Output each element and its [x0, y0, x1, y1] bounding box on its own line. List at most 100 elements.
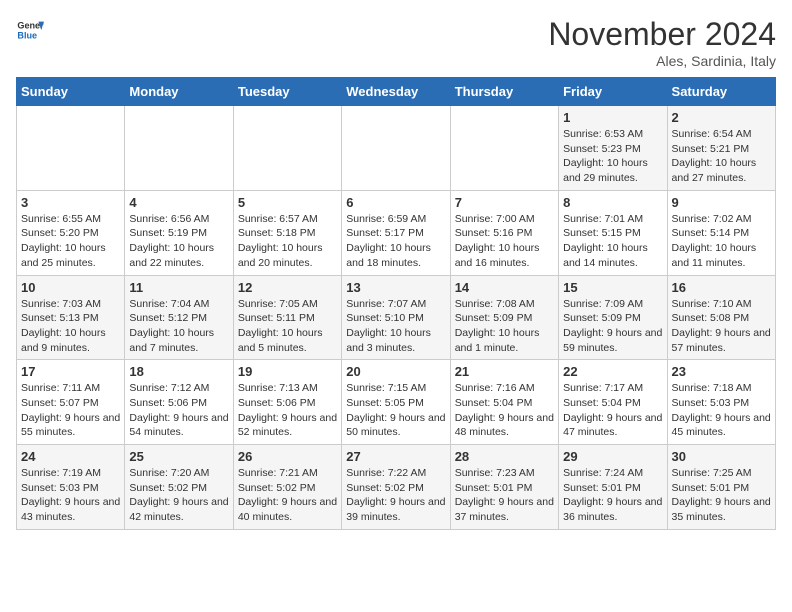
day-info: Sunrise: 6:54 AM Sunset: 5:21 PM Dayligh… — [672, 127, 771, 186]
day-number: 12 — [238, 280, 337, 295]
header: General Blue November 2024 Ales, Sardini… — [16, 16, 776, 69]
day-number: 20 — [346, 364, 445, 379]
calendar-cell: 13Sunrise: 7:07 AM Sunset: 5:10 PM Dayli… — [342, 275, 450, 360]
day-info: Sunrise: 7:25 AM Sunset: 5:01 PM Dayligh… — [672, 466, 771, 525]
day-number: 3 — [21, 195, 120, 210]
calendar-cell: 17 Sunrise: 7:11 AM Sunset: 5:07 PM Dayli… — [17, 360, 125, 445]
day-number: 7 — [455, 195, 554, 210]
logo-icon: General Blue — [16, 16, 44, 44]
day-info: Sunrise: 7:23 AM Sunset: 5:01 PM Dayligh… — [455, 466, 554, 525]
calendar-cell: 7 Sunrise: 7:00 AM Sunset: 5:16 PM Daylig… — [450, 190, 558, 275]
day-number: 14 — [455, 280, 554, 295]
location-subtitle: Ales, Sardinia, Italy — [548, 53, 776, 69]
day-number: 5 — [238, 195, 337, 210]
calendar-cell: 4 Sunrise: 6:56 AM Sunset: 5:19 PM Daylig… — [125, 190, 233, 275]
calendar-cell: 29Sunrise: 7:24 AM Sunset: 5:01 PM Dayli… — [559, 445, 667, 530]
day-info: Sunrise: 6:59 AM Sunset: 5:17 PM Dayligh… — [346, 212, 445, 271]
calendar-cell: 12 Sunrise: 7:05 AM Sunset: 5:11 PM Dayli… — [233, 275, 341, 360]
title-area: November 2024 Ales, Sardinia, Italy — [548, 16, 776, 69]
calendar-cell — [125, 106, 233, 191]
day-number: 21 — [455, 364, 554, 379]
calendar-cell: 5 Sunrise: 6:57 AM Sunset: 5:18 PM Daylig… — [233, 190, 341, 275]
day-info: Sunrise: 7:12 AM Sunset: 5:06 PM Dayligh… — [129, 381, 228, 440]
day-info: Sunrise: 6:56 AM Sunset: 5:19 PM Dayligh… — [129, 212, 228, 271]
day-number: 17 — [21, 364, 120, 379]
calendar-week-row: 3 Sunrise: 6:55 AM Sunset: 5:20 PM Daylig… — [17, 190, 776, 275]
calendar-cell: 25 Sunrise: 7:20 AM Sunset: 5:02 PM Dayli… — [125, 445, 233, 530]
logo: General Blue — [16, 16, 44, 44]
day-info: Sunrise: 7:18 AM Sunset: 5:03 PM Dayligh… — [672, 381, 771, 440]
day-number: 28 — [455, 449, 554, 464]
day-header-sunday: Sunday — [17, 78, 125, 106]
calendar-week-row: 1Sunrise: 6:53 AM Sunset: 5:23 PM Daylig… — [17, 106, 776, 191]
day-number: 22 — [563, 364, 662, 379]
svg-text:Blue: Blue — [17, 30, 37, 40]
day-number: 25 — [129, 449, 228, 464]
calendar-cell: 6 Sunrise: 6:59 AM Sunset: 5:17 PM Daylig… — [342, 190, 450, 275]
calendar-week-row: 17 Sunrise: 7:11 AM Sunset: 5:07 PM Dayli… — [17, 360, 776, 445]
calendar-cell: 18 Sunrise: 7:12 AM Sunset: 5:06 PM Dayli… — [125, 360, 233, 445]
calendar-cell: 1Sunrise: 6:53 AM Sunset: 5:23 PM Daylig… — [559, 106, 667, 191]
calendar-cell — [17, 106, 125, 191]
calendar-week-row: 24Sunrise: 7:19 AM Sunset: 5:03 PM Dayli… — [17, 445, 776, 530]
day-number: 27 — [346, 449, 445, 464]
calendar-cell: 10Sunrise: 7:03 AM Sunset: 5:13 PM Dayli… — [17, 275, 125, 360]
day-number: 9 — [672, 195, 771, 210]
day-number: 13 — [346, 280, 445, 295]
day-info: Sunrise: 7:10 AM Sunset: 5:08 PM Dayligh… — [672, 297, 771, 356]
day-info: Sunrise: 6:55 AM Sunset: 5:20 PM Dayligh… — [21, 212, 120, 271]
day-header-monday: Monday — [125, 78, 233, 106]
day-number: 4 — [129, 195, 228, 210]
day-info: Sunrise: 7:11 AM Sunset: 5:07 PM Dayligh… — [21, 381, 120, 440]
calendar-cell — [450, 106, 558, 191]
day-info: Sunrise: 7:22 AM Sunset: 5:02 PM Dayligh… — [346, 466, 445, 525]
day-number: 19 — [238, 364, 337, 379]
calendar-cell: 24Sunrise: 7:19 AM Sunset: 5:03 PM Dayli… — [17, 445, 125, 530]
calendar-cell: 14Sunrise: 7:08 AM Sunset: 5:09 PM Dayli… — [450, 275, 558, 360]
day-number: 26 — [238, 449, 337, 464]
day-info: Sunrise: 7:01 AM Sunset: 5:15 PM Dayligh… — [563, 212, 662, 271]
day-header-thursday: Thursday — [450, 78, 558, 106]
day-info: Sunrise: 7:00 AM Sunset: 5:16 PM Dayligh… — [455, 212, 554, 271]
calendar-header-row: SundayMondayTuesdayWednesdayThursdayFrid… — [17, 78, 776, 106]
calendar-cell: 27 Sunrise: 7:22 AM Sunset: 5:02 PM Dayli… — [342, 445, 450, 530]
calendar-cell: 16 Sunrise: 7:10 AM Sunset: 5:08 PM Dayli… — [667, 275, 775, 360]
calendar-week-row: 10Sunrise: 7:03 AM Sunset: 5:13 PM Dayli… — [17, 275, 776, 360]
day-number: 11 — [129, 280, 228, 295]
day-header-saturday: Saturday — [667, 78, 775, 106]
calendar-cell — [233, 106, 341, 191]
day-info: Sunrise: 7:09 AM Sunset: 5:09 PM Dayligh… — [563, 297, 662, 356]
day-number: 2 — [672, 110, 771, 125]
calendar-cell: 22Sunrise: 7:17 AM Sunset: 5:04 PM Dayli… — [559, 360, 667, 445]
day-header-wednesday: Wednesday — [342, 78, 450, 106]
day-number: 30 — [672, 449, 771, 464]
day-number: 15 — [563, 280, 662, 295]
day-header-tuesday: Tuesday — [233, 78, 341, 106]
calendar-cell: 26Sunrise: 7:21 AM Sunset: 5:02 PM Dayli… — [233, 445, 341, 530]
month-year-title: November 2024 — [548, 16, 776, 53]
calendar-cell: 3 Sunrise: 6:55 AM Sunset: 5:20 PM Daylig… — [17, 190, 125, 275]
calendar-cell: 8 Sunrise: 7:01 AM Sunset: 5:15 PM Daylig… — [559, 190, 667, 275]
calendar-table: SundayMondayTuesdayWednesdayThursdayFrid… — [16, 77, 776, 530]
day-number: 18 — [129, 364, 228, 379]
day-number: 29 — [563, 449, 662, 464]
calendar-cell: 23Sunrise: 7:18 AM Sunset: 5:03 PM Dayli… — [667, 360, 775, 445]
calendar-cell: 19 Sunrise: 7:13 AM Sunset: 5:06 PM Dayli… — [233, 360, 341, 445]
day-number: 16 — [672, 280, 771, 295]
day-info: Sunrise: 7:03 AM Sunset: 5:13 PM Dayligh… — [21, 297, 120, 356]
day-info: Sunrise: 6:57 AM Sunset: 5:18 PM Dayligh… — [238, 212, 337, 271]
day-number: 6 — [346, 195, 445, 210]
day-number: 8 — [563, 195, 662, 210]
day-info: Sunrise: 7:13 AM Sunset: 5:06 PM Dayligh… — [238, 381, 337, 440]
day-info: Sunrise: 7:02 AM Sunset: 5:14 PM Dayligh… — [672, 212, 771, 271]
day-info: Sunrise: 7:15 AM Sunset: 5:05 PM Dayligh… — [346, 381, 445, 440]
day-info: Sunrise: 7:04 AM Sunset: 5:12 PM Dayligh… — [129, 297, 228, 356]
calendar-cell: 28 Sunrise: 7:23 AM Sunset: 5:01 PM Dayli… — [450, 445, 558, 530]
calendar-cell: 11 Sunrise: 7:04 AM Sunset: 5:12 PM Dayli… — [125, 275, 233, 360]
calendar-cell: 9 Sunrise: 7:02 AM Sunset: 5:14 PM Daylig… — [667, 190, 775, 275]
calendar-cell: 21Sunrise: 7:16 AM Sunset: 5:04 PM Dayli… — [450, 360, 558, 445]
day-info: Sunrise: 7:20 AM Sunset: 5:02 PM Dayligh… — [129, 466, 228, 525]
calendar-cell: 30 Sunrise: 7:25 AM Sunset: 5:01 PM Dayli… — [667, 445, 775, 530]
day-info: Sunrise: 6:53 AM Sunset: 5:23 PM Dayligh… — [563, 127, 662, 186]
day-info: Sunrise: 7:05 AM Sunset: 5:11 PM Dayligh… — [238, 297, 337, 356]
